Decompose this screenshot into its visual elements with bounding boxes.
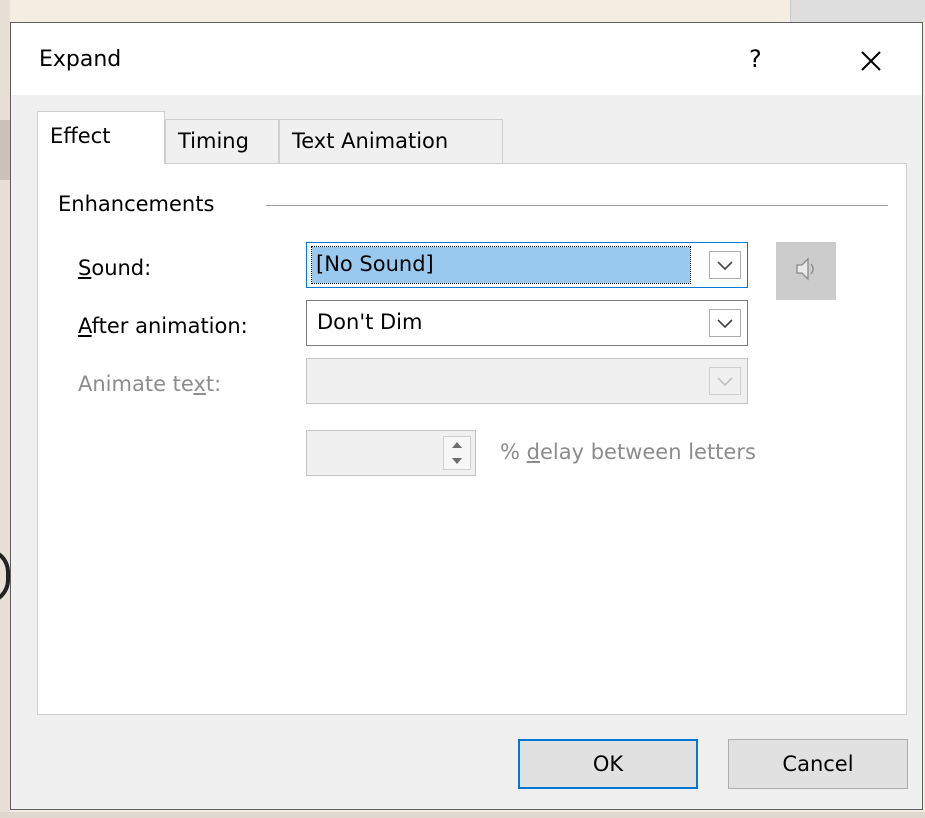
sound-dropdown[interactable]: [No Sound] [306, 242, 748, 288]
enhancements-group-label: Enhancements [58, 192, 221, 216]
chevron-down-icon[interactable] [709, 251, 741, 279]
sound-value: [No Sound] [311, 246, 691, 284]
close-icon[interactable] [853, 43, 889, 79]
after-animation-label-access-key: A [78, 314, 92, 338]
animate-text-label-pre: Animate te [78, 372, 194, 396]
tab-effect[interactable]: Effect [37, 111, 165, 164]
group-divider [266, 205, 888, 206]
animate-text-dropdown[interactable] [306, 358, 748, 404]
tab-timing[interactable]: Timing [165, 119, 279, 163]
background-window-top [790, 0, 925, 22]
spin-up-icon[interactable] [444, 437, 470, 453]
sound-label-text: ound: [91, 256, 152, 280]
animate-text-label: Animate text: [78, 372, 221, 396]
delay-label: % delay between letters [500, 440, 756, 464]
delay-access-key: d [526, 440, 540, 464]
after-animation-dropdown[interactable]: Don't Dim [306, 300, 748, 346]
spin-down-icon[interactable] [444, 453, 470, 469]
speaker-button[interactable] [776, 242, 836, 300]
sound-label-access-key: S [78, 256, 92, 280]
delay-label-pre: % [500, 440, 527, 464]
delay-spinner[interactable] [306, 430, 476, 476]
background-window-bottom [0, 812, 925, 818]
after-animation-label: After animation: [78, 314, 248, 338]
title-bar: Expand ? [11, 23, 922, 95]
speaker-icon [793, 254, 819, 288]
ok-button[interactable]: OK [518, 739, 698, 789]
after-animation-label-text: fter animation: [91, 314, 248, 338]
after-animation-value: Don't Dim [317, 310, 423, 334]
spinner-buttons [443, 436, 471, 470]
dialog-title: Expand [39, 47, 122, 72]
delay-label-post: elay between letters [539, 440, 756, 464]
cancel-button[interactable]: Cancel [728, 739, 908, 789]
help-button[interactable]: ? [749, 45, 762, 73]
animate-text-label-post: t: [205, 372, 222, 396]
effect-panel: Enhancements Sound: [No Sound] After ani… [37, 163, 907, 715]
tab-text-animation[interactable]: Text Animation [279, 119, 503, 163]
expand-dialog: Expand ? Effect Timing Text Animation En… [10, 22, 923, 810]
animate-text-access-key: x [193, 372, 206, 396]
sound-label: Sound: [78, 256, 151, 280]
background-window-block [0, 120, 10, 180]
chevron-down-icon[interactable] [709, 309, 741, 337]
chevron-down-icon[interactable] [709, 367, 741, 395]
